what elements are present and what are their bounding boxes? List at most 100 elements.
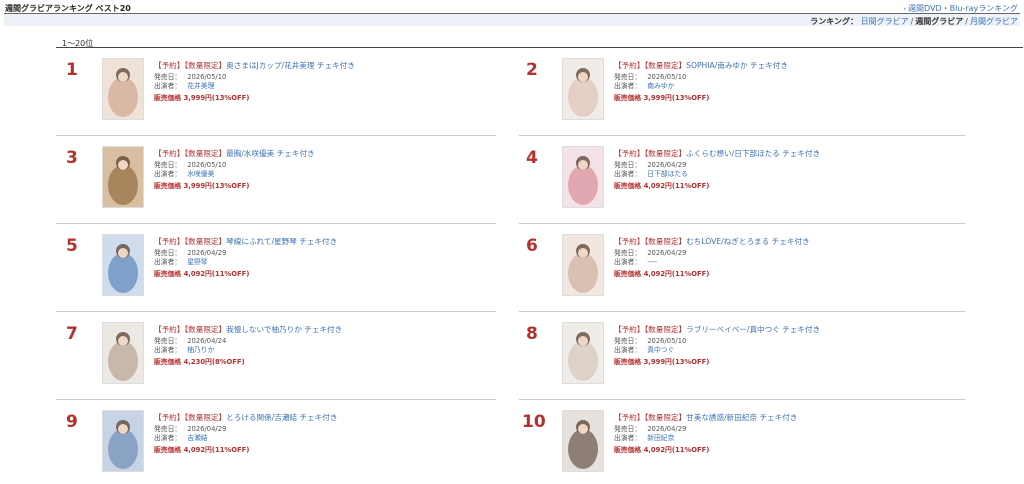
- product-title: SOPHIA/南みゆか チェキ付き: [686, 61, 788, 70]
- product-tag: 【予約】【数量限定】: [614, 149, 687, 158]
- sale-price-value: 4,092円(11%OFF): [183, 446, 250, 454]
- performer-label: 出演者：: [154, 346, 182, 354]
- performer-link[interactable]: 柚乃りか: [187, 346, 214, 354]
- performer-link[interactable]: 新田紀奈: [647, 434, 674, 442]
- sale-price-label: 販売価格: [154, 182, 182, 190]
- product-thumbnail[interactable]: [562, 322, 604, 384]
- sale-price-label: 販売価格: [614, 270, 642, 278]
- weekly-dvd-ranking-label: 週間DVD・Blu-rayランキング: [907, 4, 1018, 13]
- performer-label: 出演者：: [614, 82, 642, 90]
- performer-label: 出演者：: [154, 170, 182, 178]
- sale-price-label: 販売価格: [614, 446, 642, 454]
- thumbnail-image: [103, 59, 143, 119]
- performer-link[interactable]: 真中つぐ: [647, 346, 674, 354]
- rank-number: 1: [66, 60, 78, 80]
- performer-link: ----: [647, 258, 657, 266]
- ranking-item: 6 【予約】【数量限定】むちLOVE/ねぎとろまる チェキ付き 発売日： 2026/0…: [526, 234, 966, 306]
- product-tag: 【予約】【数量限定】: [154, 237, 227, 246]
- product-thumbnail[interactable]: [562, 146, 604, 208]
- sale-price-value: 3,999円(13%OFF): [183, 94, 250, 102]
- product-title-link[interactable]: 【予約】【数量限定】SOPHIA/南みゆか チェキ付き: [614, 60, 788, 71]
- product-title-link[interactable]: 【予約】【数量限定】我慢しないで柚乃りか チェキ付き: [154, 324, 342, 335]
- performer-label: 出演者：: [154, 82, 182, 90]
- daily-gravure-link[interactable]: 日間グラビア: [861, 17, 909, 26]
- sale-price-value: 4,092円(11%OFF): [183, 270, 250, 278]
- sale-price-label: 販売価格: [614, 94, 642, 102]
- product-title-link[interactable]: 【予約】【数量限定】奥さまはJカップ/花井美理 チェキ付き: [154, 60, 355, 71]
- product-title-link[interactable]: 【予約】【数量限定】甘美な誘惑/新田紀奈 チェキ付き: [614, 412, 797, 423]
- product-title: 琴線にふれて/星野琴 チェキ付き: [226, 237, 338, 246]
- thumbnail-image: [563, 411, 603, 471]
- product-title-link[interactable]: 【予約】【数量限定】琴線にふれて/星野琴 チェキ付き: [154, 236, 337, 247]
- product-thumbnail[interactable]: [102, 410, 144, 472]
- performer-row: 出演者： 真中つぐ: [614, 344, 674, 354]
- product-title: 奥さまはJカップ/花井美理 チェキ付き: [226, 61, 355, 70]
- rank-number: 3: [66, 148, 78, 168]
- product-tag: 【予約】【数量限定】: [154, 149, 227, 158]
- product-title: ラブリーベイベー/真中つぐ チェキ付き: [686, 325, 821, 334]
- ranking-item: 10 【予約】【数量限定】甘美な誘惑/新田紀奈 チェキ付き 発売日： 2026/04/…: [522, 410, 966, 482]
- performer-link[interactable]: 花井美理: [187, 82, 214, 90]
- ranking-item: 2 【予約】【数量限定】SOPHIA/南みゆか チェキ付き 発売日： 2026/05/…: [526, 58, 966, 130]
- performer-row: 出演者： 柚乃りか: [154, 344, 214, 354]
- rank-number: 5: [66, 236, 78, 256]
- product-thumbnail[interactable]: [562, 58, 604, 120]
- ranking-item: 7 【予約】【数量限定】我慢しないで柚乃りか チェキ付き 発売日： 2026/04/2…: [66, 322, 506, 394]
- performer-link[interactable]: 南みゆか: [647, 82, 674, 90]
- row-divider: [519, 399, 965, 400]
- performer-label: 出演者：: [614, 434, 642, 442]
- sale-price: 販売価格 4,092円(11%OFF): [614, 444, 709, 454]
- thumbnail-image: [103, 147, 143, 207]
- performer-link[interactable]: 吉瀬結: [187, 434, 207, 442]
- row-divider: [56, 399, 496, 400]
- product-title-link[interactable]: 【予約】【数量限定】むちLOVE/ねぎとろまる チェキ付き: [614, 236, 810, 247]
- performer-row: 出演者： 新田紀奈: [614, 432, 674, 442]
- performer-link[interactable]: 星野琴: [187, 258, 207, 266]
- row-divider: [519, 311, 965, 312]
- row-divider: [519, 135, 965, 136]
- product-tag: 【予約】【数量限定】: [154, 61, 227, 70]
- product-thumbnail[interactable]: [102, 234, 144, 296]
- product-tag: 【予約】【数量限定】: [154, 413, 227, 422]
- sale-price: 販売価格 3,999円(13%OFF): [154, 92, 249, 102]
- ranking-item: 1 【予約】【数量限定】奥さまはJカップ/花井美理 チェキ付き 発売日： 2026/0…: [66, 58, 506, 130]
- thumbnail-image: [563, 323, 603, 383]
- product-title-link[interactable]: 【予約】【数量限定】最胸/水咲優美 チェキ付き: [154, 148, 315, 159]
- sale-price-value: 3,999円(13%OFF): [643, 358, 710, 366]
- monthly-gravure-link[interactable]: 月間グラビア: [970, 17, 1018, 26]
- product-tag: 【予約】【数量限定】: [614, 237, 687, 246]
- product-thumbnail[interactable]: [102, 322, 144, 384]
- ranking-item: 5 【予約】【数量限定】琴線にふれて/星野琴 チェキ付き 発売日： 2026/04/2…: [66, 234, 506, 306]
- product-title-link[interactable]: 【予約】【数量限定】ラブリーベイベー/真中つぐ チェキ付き: [614, 324, 820, 335]
- rank-number: 6: [526, 236, 538, 256]
- product-title-link[interactable]: 【予約】【数量限定】ふくらむ想い/日下部ほたる チェキ付き: [614, 148, 820, 159]
- product-title: 最胸/水咲優美 チェキ付き: [226, 149, 315, 158]
- performer-row: 出演者： 吉瀬結: [154, 432, 208, 442]
- performer-row: 出演者： 星野琴: [154, 256, 208, 266]
- rank-number: 10: [522, 412, 546, 432]
- ranking-nav-sep: /: [965, 17, 968, 26]
- performer-row: 出演者： ----: [614, 256, 657, 266]
- product-thumbnail[interactable]: [102, 58, 144, 120]
- product-thumbnail[interactable]: [562, 410, 604, 472]
- ranking-item: 9 【予約】【数量限定】とろける関係/吉瀬結 チェキ付き 発売日： 2026/04/2…: [66, 410, 506, 482]
- sale-price-label: 販売価格: [154, 94, 182, 102]
- product-title: とろける関係/吉瀬結 チェキ付き: [226, 413, 338, 422]
- product-tag: 【予約】【数量限定】: [614, 413, 687, 422]
- performer-link[interactable]: 日下部ほたる: [647, 170, 688, 178]
- rank-number: 9: [66, 412, 78, 432]
- sale-price-value: 4,092円(11%OFF): [643, 182, 710, 190]
- product-thumbnail[interactable]: [102, 146, 144, 208]
- performer-label: 出演者：: [614, 346, 642, 354]
- rank-number: 7: [66, 324, 78, 344]
- performer-label: 出演者：: [614, 258, 642, 266]
- product-title-link[interactable]: 【予約】【数量限定】とろける関係/吉瀬結 チェキ付き: [154, 412, 337, 423]
- thumbnail-image: [563, 147, 603, 207]
- rank-number: 2: [526, 60, 538, 80]
- sale-price-label: 販売価格: [154, 270, 182, 278]
- product-thumbnail[interactable]: [562, 234, 604, 296]
- row-divider: [519, 223, 965, 224]
- performer-link[interactable]: 水咲優美: [187, 170, 214, 178]
- sale-price: 販売価格 3,999円(13%OFF): [614, 92, 709, 102]
- performer-label: 出演者：: [154, 434, 182, 442]
